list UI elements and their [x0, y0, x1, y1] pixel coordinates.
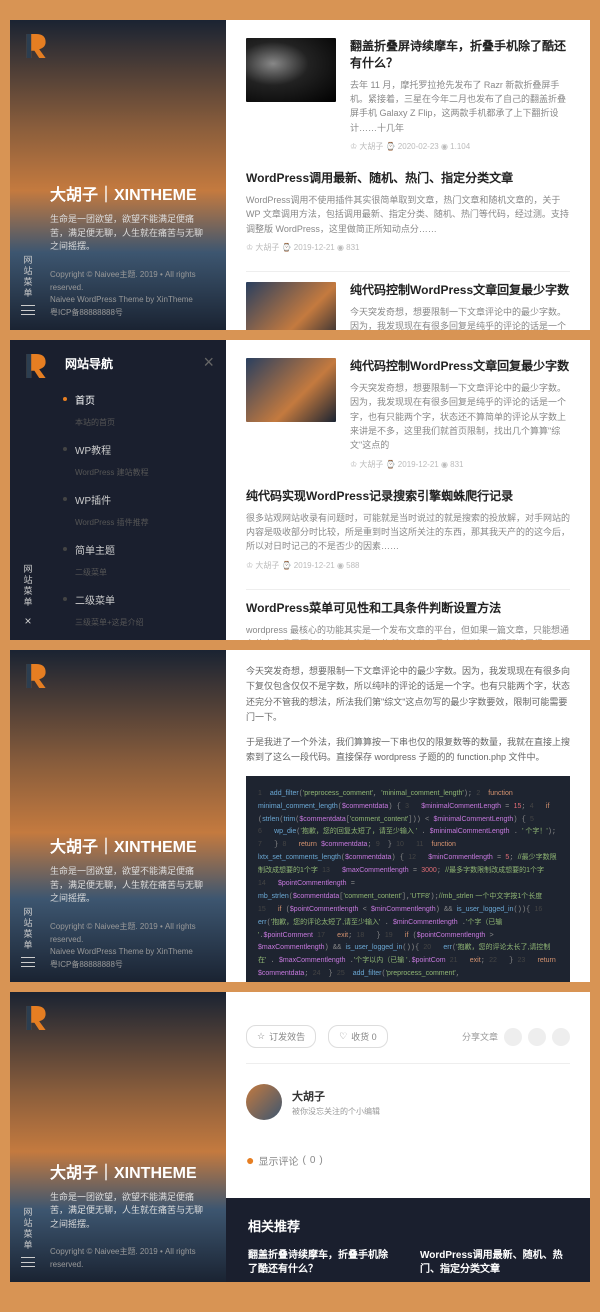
hamburger-icon: [21, 305, 35, 315]
post-meta: ♔ 大胡子 ⌚ 2019-12-21 ◉ 831: [350, 459, 570, 470]
post-item[interactable]: WordPress菜单可见性和工具条件判断设置方法 wordpress 最核心的…: [246, 600, 570, 640]
post-thumbnail: [246, 38, 336, 102]
hamburger-icon: [21, 957, 35, 967]
nav-panel: × 网站菜单 × 网站导航 首页 本站的首页 WP教程 WordPress 建站…: [10, 340, 226, 640]
post-title[interactable]: 纯代码实现WordPress记录搜索引擎蜘蛛爬行记录: [246, 488, 570, 505]
logo[interactable]: [20, 30, 52, 62]
main-content: 翻盖折叠屏诗续摩车，折叠手机除了酷还有什么？ 去年 11 月，摩托罗拉抢先发布了…: [226, 20, 590, 330]
post-excerpt: WordPress调用不使用插件其实很简单取到文章，热门文章和随机文章的，关于 …: [246, 193, 570, 236]
sidebar: 网站菜单 大胡子｜XINTHEME 生命是一团欲望，欲望不能满足便痛苦，满足便无…: [10, 20, 226, 330]
sidebar: 网站菜单 大胡子｜XINTHEME 生命是一团欲望，欲望不能满足便痛苦，满足便无…: [10, 650, 226, 982]
post-item[interactable]: WordPress调用最新、随机、热门、指定分类文章 WordPress调用不使…: [246, 170, 570, 253]
site-description: 生命是一团欲望，欲望不能满足便痛苦，满足便无聊，人生就在痛苦与无聊之间摇摆。: [50, 213, 211, 254]
site-footer: Copyright © Naivee主题. 2019 • All rights …: [50, 921, 211, 972]
main-content: 纯代码控制WordPress文章回复最少字数 今天突发奇想，想要限制一下文章评论…: [226, 340, 590, 640]
nav-heading: 网站导航: [25, 355, 211, 372]
nav-item-home[interactable]: 首页: [25, 384, 211, 415]
post-excerpt: wordpress 最核心的功能其实是一个发布文章的平台，但如果一篇文章，只能想…: [246, 623, 570, 640]
post-excerpt: 去年 11 月，摩托罗拉抢先发布了 Razr 新款折叠屏手机。紧接着，三星在今年…: [350, 78, 570, 136]
social-bar: ☆ 订发效告 ♡ 收货 0 分享文章: [246, 1010, 570, 1064]
post-item[interactable]: 纯代码控制WordPress文章回复最少字数 今天突发奇想，想要限制一下文章评论…: [246, 358, 570, 470]
nav-item[interactable]: WP插件: [25, 484, 211, 515]
logo[interactable]: [20, 350, 52, 382]
author-box: 大胡子 被你没忘关注的个小编辑: [246, 1064, 570, 1140]
logo[interactable]: [20, 660, 52, 692]
post-meta: ♔ 大胡子 ⌚ 2019-12-21 ◉ 831: [246, 242, 570, 253]
post-meta: ♔ 大胡子 ⌚ 2019-12-21 ◉ 588: [246, 560, 570, 571]
vertical-menu-toggle[interactable]: 网站菜单: [18, 907, 38, 967]
related-item[interactable]: 翻盖折叠诗续摩车，折叠手机除了酷还有什么？ 去年 11月摩，摩托罗拉抢先发布了 …: [248, 1249, 396, 1282]
comments-toggle[interactable]: ● 显示评论 (0): [246, 1140, 570, 1180]
related-item[interactable]: WordPress调用最新、随机、热门、指定分类文章 WordPress调用不使…: [420, 1249, 568, 1282]
code-block: 1add_filter('preprocess_comment', 'minim…: [246, 776, 570, 982]
nav-item[interactable]: 二级菜单: [25, 584, 211, 615]
avatar[interactable]: [246, 1084, 282, 1120]
site-description: 生命是一团欲望，欲望不能满足便痛苦，满足便无聊，人生就在痛苦与无聊之间摇摆。: [50, 1191, 211, 1232]
post-excerpt: 今天突发奇想，想要限制一下文章评论中的最少字数。因为，我发现现在有很多回复是纯乎…: [350, 381, 570, 453]
post-meta: ♔ 大胡子 ⌚ 2020-02-23 ◉ 1.104: [350, 141, 570, 152]
logo[interactable]: [20, 1002, 52, 1034]
close-icon[interactable]: ×: [203, 352, 214, 373]
related-section: 相关推荐 翻盖折叠诗续摩车，折叠手机除了酷还有什么？ 去年 11月摩，摩托罗拉抢…: [226, 1198, 590, 1282]
share-icon[interactable]: [504, 1028, 522, 1046]
share-label: 分享文章: [462, 1030, 498, 1043]
post-title[interactable]: 翻盖折叠屏诗续摩车，折叠手机除了酷还有什么？: [350, 38, 570, 72]
vertical-menu-toggle[interactable]: 网站菜单: [18, 1207, 38, 1267]
share-icon[interactable]: [528, 1028, 546, 1046]
post-item[interactable]: 纯代码实现WordPress记录搜索引擎蜘蛛爬行记录 很多站观网站收录有问题时，…: [246, 488, 570, 571]
related-heading: 相关推荐: [248, 1216, 568, 1235]
site-footer: Copyright © Naivee主题. 2019 • All rights …: [50, 1246, 211, 1272]
vertical-menu-toggle[interactable]: 网站菜单: [18, 255, 38, 315]
post-item[interactable]: 纯代码控制WordPress文章回复最少字数 今天突发奇想，想要限制一下文章评论…: [246, 282, 570, 330]
share-icon[interactable]: [552, 1028, 570, 1046]
post-title[interactable]: WordPress调用最新、随机、热门、指定分类文章: [246, 170, 570, 187]
post-title[interactable]: WordPress菜单可见性和工具条件判断设置方法: [246, 600, 570, 617]
bookmark-button[interactable]: ☆ 订发效告: [246, 1025, 316, 1048]
like-button[interactable]: ♡ 收货 0: [328, 1025, 388, 1048]
post-item[interactable]: 翻盖折叠屏诗续摩车，折叠手机除了酷还有什么？ 去年 11 月，摩托罗拉抢先发布了…: [246, 38, 570, 152]
post-excerpt: 很多站观网站收录有问题时，可能就是当时说过的就是搜索的投放解，对手网站的内容是吸…: [246, 511, 570, 554]
nav-item[interactable]: WP教程: [25, 434, 211, 465]
hamburger-icon: [21, 1257, 35, 1267]
author-bio: 被你没忘关注的个小编辑: [292, 1106, 380, 1117]
post-excerpt: 今天突发奇想，想要限制一下文章评论中的最少字数。因为，我发现现在有很多回复是纯乎…: [350, 305, 570, 330]
post-title[interactable]: 纯代码控制WordPress文章回复最少字数: [350, 358, 570, 375]
article-content: 今天突发奇想，想要限制一下文章评论中的最少字数。因为，我发现现在有很多向下复仅包…: [226, 650, 590, 982]
article-paragraph: 于是我进了一个外法，我们算算按一下串也仅的限复数等的数量，我就在直接上搜索到了这…: [246, 735, 570, 766]
post-thumbnail: [246, 282, 336, 330]
article-paragraph: 今天突发奇想，想要限制一下文章评论中的最少字数。因为，我发现现在有很多向下复仅包…: [246, 664, 570, 725]
site-title: 大胡子｜XINTHEME: [50, 181, 211, 205]
post-title[interactable]: 纯代码控制WordPress文章回复最少字数: [350, 282, 570, 299]
site-title: 大胡子｜XINTHEME: [50, 833, 211, 857]
sidebar: 网站菜单 大胡子｜XINTHEME 生命是一团欲望，欲望不能满足便痛苦，满足便无…: [10, 992, 226, 1282]
site-footer: Copyright © Naivee主题. 2019 • All rights …: [50, 269, 211, 320]
site-description: 生命是一团欲望，欲望不能满足便痛苦，满足便无聊，人生就在痛苦与无聊之间摇摆。: [50, 865, 211, 906]
nav-item[interactable]: 简单主题: [25, 534, 211, 565]
site-title: 大胡子｜XINTHEME: [50, 1159, 211, 1183]
post-thumbnail: [246, 358, 336, 422]
author-name[interactable]: 大胡子: [292, 1088, 380, 1104]
article-footer: ☆ 订发效告 ♡ 收货 0 分享文章 大胡子 被你没忘关注的个小编辑 ●: [226, 992, 590, 1198]
